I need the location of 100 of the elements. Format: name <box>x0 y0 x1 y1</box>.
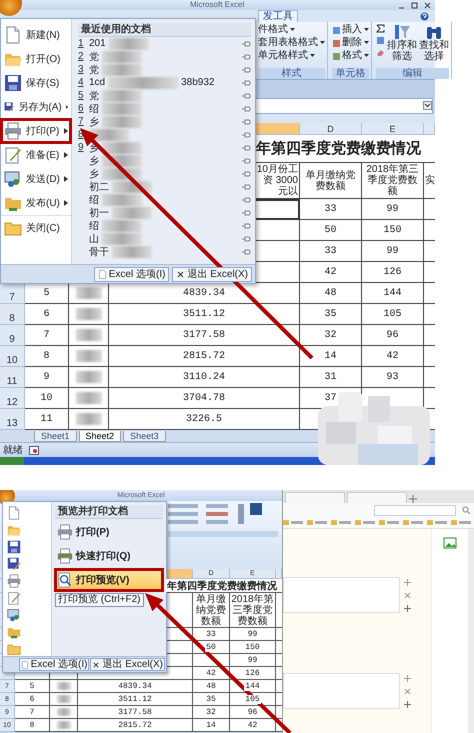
sheet-tab[interactable]: Sheet1 <box>34 431 77 442</box>
ribbon-dropdown[interactable]: 格式 <box>332 50 369 62</box>
binoculars-icon <box>425 24 443 40</box>
image-upload-icon[interactable] <box>443 537 457 549</box>
menu-footer-button[interactable]: 退出 Excel(X) <box>172 266 252 282</box>
menu-footer-button[interactable]: Excel 选项(I) <box>94 266 170 282</box>
expand-icon[interactable] <box>423 101 432 110</box>
document-icon <box>4 26 22 44</box>
table-cell: 42 <box>362 346 424 368</box>
search-icon[interactable] <box>462 506 470 514</box>
recent-document[interactable]: 2 党 <box>78 50 251 63</box>
pin-icon[interactable] <box>242 248 251 254</box>
ribbon-dropdown[interactable]: 单元格样式 <box>258 50 325 62</box>
ribbon-dropdown[interactable]: 件格式 <box>258 24 325 36</box>
group-label: 单元格 <box>332 68 369 80</box>
sum-icon[interactable] <box>376 24 385 33</box>
menu-item[interactable]: 快速打印(Q) <box>55 545 163 567</box>
pin-icon[interactable] <box>242 222 251 228</box>
pin-icon[interactable] <box>242 118 251 124</box>
pin-icon[interactable] <box>242 196 251 202</box>
maximize-icon[interactable] <box>411 2 418 8</box>
column-header[interactable]: E <box>362 123 424 136</box>
column-header[interactable]: D <box>300 123 362 136</box>
recent-document[interactable]: 4 1cd 38b932 <box>78 76 251 89</box>
plus-icon[interactable] <box>404 604 411 612</box>
notepad-pencil-icon <box>4 146 22 164</box>
table-cell: 35 <box>300 304 362 326</box>
caret-icon <box>310 54 315 58</box>
recent-document[interactable]: 绍 <box>78 219 251 232</box>
sheet-tab[interactable]: Sheet2 <box>78 431 122 442</box>
menu-item[interactable]: 发送(D) <box>1 167 71 191</box>
recent-document[interactable]: 骨干 <box>78 245 251 258</box>
table-cell: 105 <box>362 304 424 326</box>
recent-document[interactable]: 初一 <box>78 206 251 219</box>
recent-document[interactable]: 3 党 <box>78 63 251 76</box>
status-text: 就绪 <box>3 444 23 458</box>
recent-document[interactable]: 1 201 <box>78 37 251 50</box>
move-icon[interactable] <box>404 578 411 586</box>
menu-item[interactable]: 新建(N) <box>1 23 71 47</box>
table-cell: 35 <box>193 693 230 706</box>
ribbon-dropdown[interactable]: 套用表格格式 <box>258 37 325 49</box>
menu-item[interactable]: 打印(P) <box>55 521 163 543</box>
pin-icon[interactable] <box>242 106 251 112</box>
close-icon[interactable] <box>424 2 431 8</box>
eraser-icon[interactable] <box>376 48 385 57</box>
table-cell: 9 <box>25 367 69 388</box>
column-header[interactable] <box>424 123 435 136</box>
recent-document[interactable]: 7 乡 <box>78 115 251 128</box>
menu-item[interactable]: 打开(O) <box>1 47 71 71</box>
menu-item[interactable]: 打印预览(V) <box>55 569 163 591</box>
menu-item[interactable]: 发布(U) <box>1 191 71 215</box>
table-cell: 3177.58 <box>109 325 300 346</box>
pin-icon[interactable] <box>242 132 251 138</box>
table-cell: 42 <box>300 262 362 284</box>
pin-icon[interactable] <box>242 170 251 176</box>
menu-item[interactable]: 另存为(A) <box>1 95 71 119</box>
table-cell: 8 <box>15 719 50 732</box>
sheet-tab[interactable]: Sheet3 <box>123 431 166 442</box>
pin-icon[interactable] <box>242 184 251 190</box>
new-tab-icon[interactable] <box>409 495 417 503</box>
recent-document[interactable]: 6 绍 <box>78 102 251 115</box>
macro-record-icon[interactable] <box>29 446 39 455</box>
ribbon-dropdown[interactable]: 删除 <box>332 37 369 49</box>
table-cell: 8 <box>25 346 69 368</box>
table-cell: 5 <box>15 680 50 693</box>
screen-people-icon <box>7 608 21 622</box>
pin-icon[interactable] <box>242 210 251 216</box>
pin-icon[interactable] <box>242 158 251 164</box>
pin-icon[interactable] <box>242 236 251 242</box>
menu-item[interactable]: 打印(P) <box>1 119 71 143</box>
ribbon-tab[interactable]: 发工具 <box>258 10 298 22</box>
pin-icon[interactable] <box>242 66 251 72</box>
table-cell: 14 <box>300 346 362 368</box>
menu-footer-button[interactable]: 退出 Excel(X) <box>90 658 165 671</box>
row-number: 12 <box>0 388 25 410</box>
pin-icon[interactable] <box>242 144 251 150</box>
table-cell: 32 <box>193 706 230 719</box>
fill-icon[interactable] <box>376 36 385 45</box>
ribbon-button[interactable]: 排序和筛选 <box>387 24 417 62</box>
menu-item[interactable]: 准备(E) <box>1 143 71 167</box>
recent-document[interactable]: 5 党 <box>78 89 251 102</box>
help-icon[interactable] <box>420 12 429 20</box>
pin-icon[interactable] <box>242 80 251 86</box>
ribbon-button[interactable]: 查找和选择 <box>419 24 449 62</box>
table-cell: 31 <box>300 367 362 388</box>
menu-item[interactable]: 保存(S) <box>1 71 71 95</box>
pin-icon[interactable] <box>242 40 251 46</box>
pin-icon[interactable] <box>242 92 251 98</box>
pin-icon[interactable] <box>242 54 251 60</box>
menu-item[interactable]: 关闭(C) <box>1 215 71 240</box>
table-cell: 99 <box>362 199 424 220</box>
move-icon[interactable] <box>404 674 411 682</box>
caret-icon <box>290 28 295 32</box>
printer-icon <box>57 548 73 564</box>
screen-people-icon <box>4 170 22 188</box>
address-field[interactable] <box>374 504 456 516</box>
plus-icon[interactable] <box>404 700 411 708</box>
ribbon-dropdown[interactable]: 插入 <box>332 24 369 36</box>
recent-document[interactable]: 山 <box>78 232 251 245</box>
menu-footer-button[interactable]: Excel 选项(I) <box>18 658 90 671</box>
